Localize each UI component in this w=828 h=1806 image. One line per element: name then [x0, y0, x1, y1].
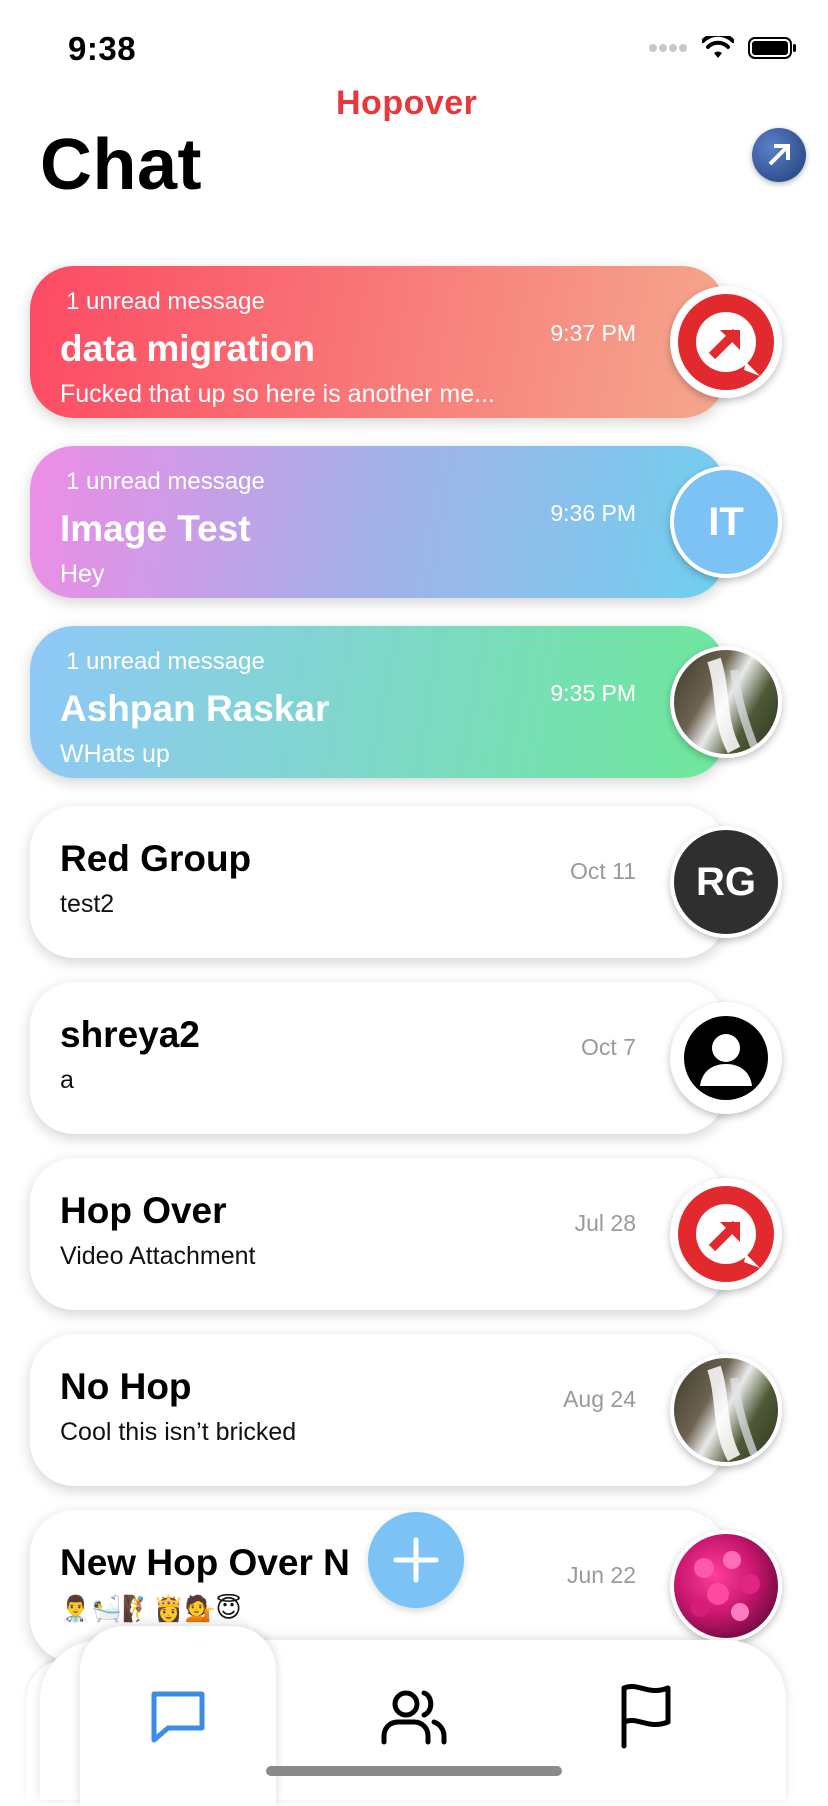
chat-time: Oct 7 — [581, 1034, 636, 1060]
status-time: 9:38 — [68, 30, 137, 67]
chat-card[interactable]: shreya2 a Oct 7 — [30, 982, 782, 1134]
plus-icon — [393, 1537, 439, 1583]
tab-chats[interactable] — [138, 1676, 218, 1756]
chat-avatar[interactable] — [670, 1354, 782, 1466]
chat-time: 9:36 PM — [550, 500, 636, 526]
chat-name: Red Group — [60, 838, 252, 879]
chat-avatar[interactable] — [670, 1002, 782, 1114]
unread-label: 1 unread message — [66, 468, 265, 495]
person-silhouette-icon — [684, 1016, 768, 1100]
chat-preview: WHats up — [60, 740, 170, 768]
chat-avatar[interactable] — [670, 1178, 782, 1290]
chat-card[interactable]: 1 unread message Image Test Hey 9:36 PM … — [30, 446, 782, 598]
tab-contacts[interactable] — [374, 1676, 454, 1756]
chat-card[interactable]: No Hop Cool this isn’t bricked Aug 24 — [30, 1334, 782, 1486]
hopover-logo-icon — [678, 294, 774, 390]
chat-card[interactable]: 1 unread message Ashpan Raskar WHats up … — [30, 626, 782, 778]
users-icon — [381, 1690, 447, 1745]
chat-avatar[interactable]: RG — [670, 826, 782, 938]
unread-label: 1 unread message — [66, 288, 265, 315]
chat-preview: a — [60, 1066, 74, 1094]
chat-avatar[interactable]: IT — [670, 466, 782, 578]
chat-name: data migration — [60, 328, 315, 369]
chat-time: Aug 24 — [563, 1386, 636, 1412]
chat-bubble-icon — [151, 1691, 205, 1743]
unread-label: 1 unread message — [66, 648, 265, 675]
chat-card[interactable]: 1 unread message data migration Fucked t… — [30, 266, 782, 418]
chat-time: 9:37 PM — [550, 320, 636, 346]
chat-card[interactable]: Hop Over Video Attachment Jul 28 — [30, 1158, 782, 1310]
chat-time: Jul 28 — [574, 1210, 636, 1236]
chat-preview: Fucked that up so here is another me... — [60, 380, 495, 408]
chat-time: Oct 11 — [569, 858, 636, 884]
profile-avatar[interactable] — [752, 128, 806, 182]
chat-time: Jun 22 — [566, 1562, 636, 1588]
chat-name: shreya2 — [60, 1014, 200, 1055]
waterfall-photo-icon — [707, 1365, 758, 1462]
avatar-initials: RG — [696, 859, 756, 904]
flowers-photo-icon — [691, 1551, 760, 1621]
chat-name: No Hop — [60, 1366, 192, 1407]
home-indicator — [266, 1766, 562, 1776]
chat-time: 9:35 PM — [550, 680, 636, 706]
chat-preview: 👨‍⚕️🛀🧗👸💁😇 — [60, 1595, 242, 1623]
hopover-logo-icon — [678, 1186, 774, 1282]
chat-name: Ashpan Raskar — [60, 688, 330, 729]
flag-icon — [621, 1684, 671, 1749]
chat-name: New Hop Over N — [60, 1542, 350, 1583]
page-title: Chat — [40, 125, 202, 205]
chat-name: Hop Over — [60, 1190, 227, 1231]
signal-icon — [649, 44, 687, 52]
chat-preview: Hey — [60, 560, 105, 588]
chat-avatar[interactable] — [670, 1530, 782, 1642]
tab-reports[interactable] — [606, 1676, 686, 1756]
waterfall-photo-icon — [707, 657, 758, 754]
chat-preview: Cool this isn’t bricked — [60, 1418, 297, 1446]
battery-icon — [748, 37, 796, 59]
chat-name: Image Test — [60, 508, 251, 549]
chat-preview: Video Attachment — [60, 1242, 256, 1270]
chat-card[interactable]: Red Group test2 Oct 11 RG — [30, 806, 782, 958]
profile-avatar-image — [768, 144, 790, 166]
new-chat-button[interactable] — [368, 1512, 464, 1608]
wifi-icon — [702, 36, 734, 58]
hopover-logo: Hopover — [336, 84, 478, 122]
chat-avatar[interactable] — [670, 286, 782, 398]
chat-preview: test2 — [60, 890, 115, 918]
status-icons — [648, 36, 798, 60]
chat-avatar[interactable] — [670, 646, 782, 758]
avatar-initials: IT — [708, 499, 744, 544]
